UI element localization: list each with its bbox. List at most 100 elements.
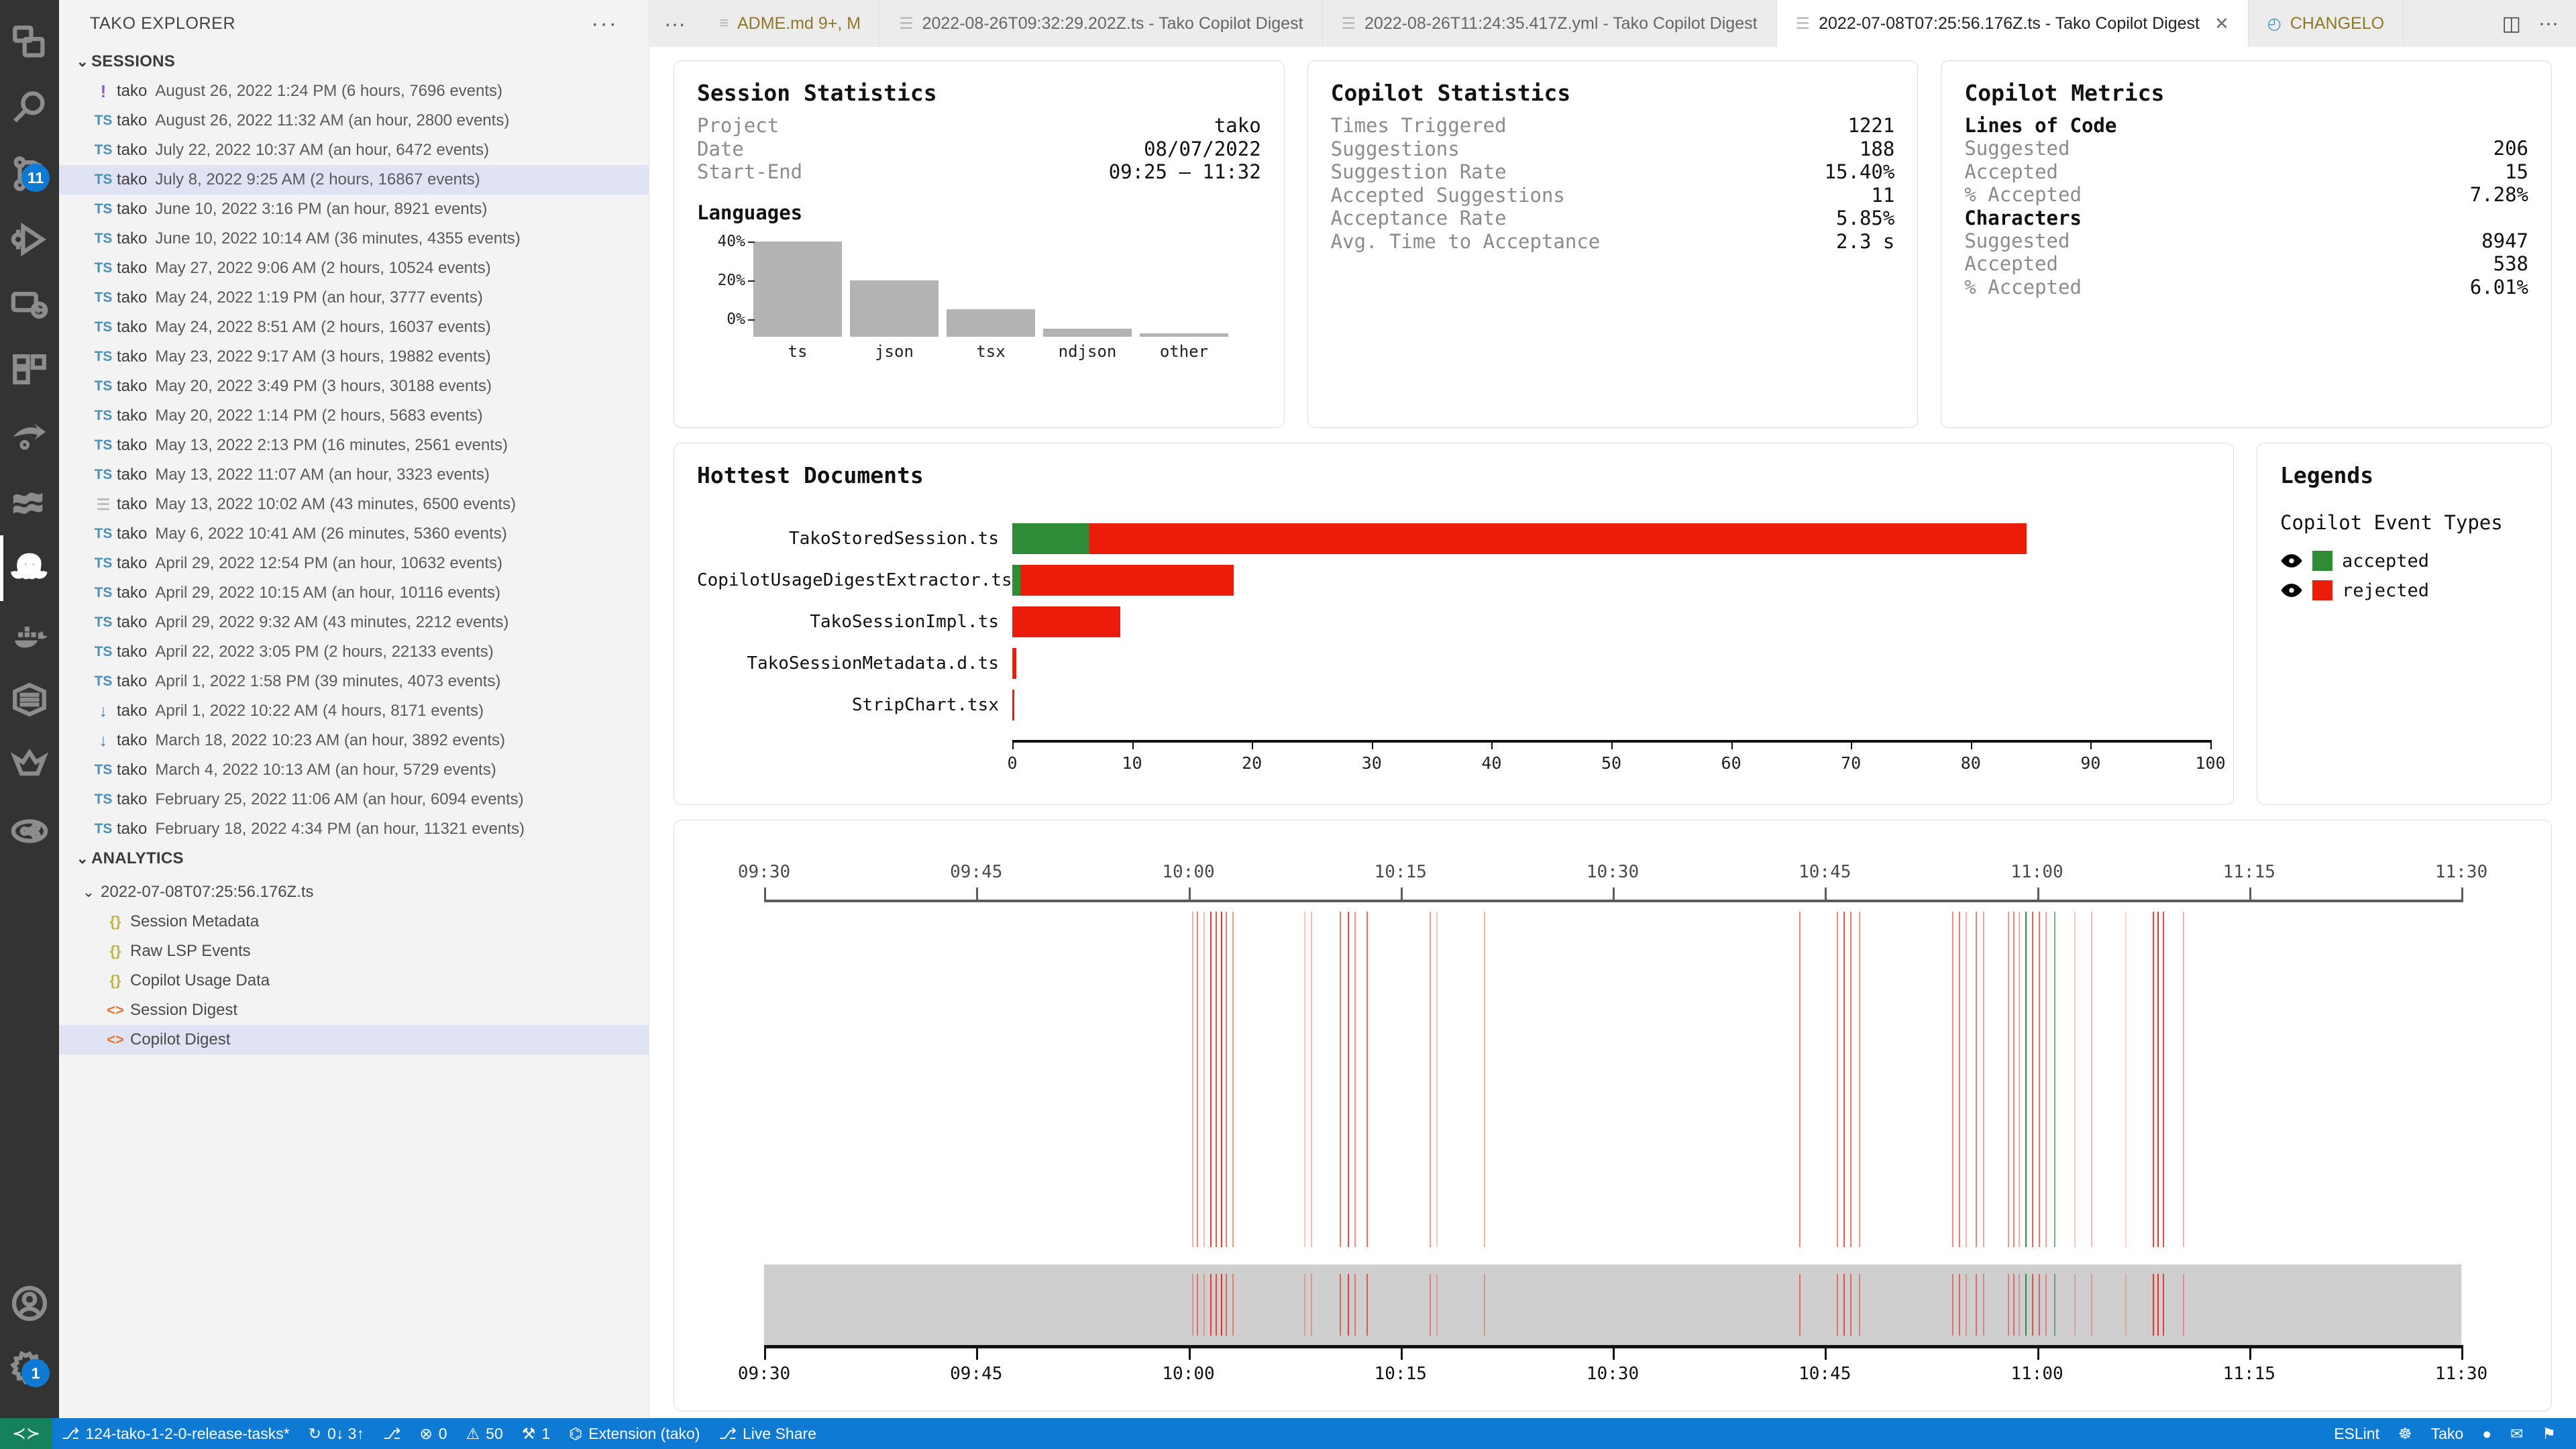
session-list-item[interactable]: TStakoJuly 22, 2022 10:37 AM (an hour, 6… [59, 136, 649, 165]
session-list-item[interactable]: TStakoJune 10, 2022 10:14 AM (36 minutes… [59, 224, 649, 254]
split-editor-icon[interactable]: ◫ [2502, 12, 2521, 36]
hottest-document-bar[interactable] [1012, 565, 1527, 596]
session-list-item[interactable]: TStakoApril 1, 2022 1:58 PM (39 minutes,… [59, 667, 649, 696]
status-sync[interactable]: ↻0↓ 3↑ [299, 1418, 374, 1449]
stat-value: 206 [2493, 137, 2528, 160]
editor-tab[interactable]: ◴CHANGELO [2249, 0, 2404, 47]
test-explorer-icon[interactable] [0, 404, 59, 470]
remote-explorer-icon[interactable] [0, 272, 59, 338]
sidebar-more-icon[interactable]: ··· [591, 20, 618, 27]
session-list-item[interactable]: TStakoFebruary 18, 2022 4:34 PM (an hour… [59, 814, 649, 844]
status-notifications-bell[interactable]: ⚑ [2532, 1418, 2565, 1449]
session-meta: May 24, 2022 8:51 AM (2 hours, 16037 eve… [155, 318, 490, 337]
sessions-list[interactable]: !takoAugust 26, 2022 1:24 PM (6 hours, 7… [59, 76, 649, 844]
search-icon[interactable] [0, 75, 59, 141]
tab-label: 2022-07-08T07:25:56.176Z.ts - Tako Copil… [1819, 14, 2200, 34]
minimap-tick-label: 09:45 [950, 1364, 1002, 1384]
session-list-item[interactable]: ↓takoApril 1, 2022 10:22 AM (4 hours, 81… [59, 696, 649, 726]
hottest-document-bar[interactable] [1012, 690, 1060, 720]
status-problems[interactable]: ⊗0 [410, 1418, 456, 1449]
session-list-item[interactable]: TStakoApril 22, 2022 3:05 PM (2 hours, 2… [59, 637, 649, 667]
timeline-strip-chart[interactable] [764, 912, 2461, 1247]
analytics-root-item[interactable]: ⌄ 2022-07-08T07:25:56.176Z.ts [59, 877, 649, 907]
hottest-document-bar[interactable] [1012, 606, 1372, 637]
sessions-section-header[interactable]: ⌄ SESSIONS [59, 47, 649, 76]
source-control-icon[interactable]: 11 [0, 141, 59, 207]
session-list-item[interactable]: ☰takoMay 13, 2022 10:02 AM (43 minutes, … [59, 490, 649, 519]
status-warnings[interactable]: ⚠50 [457, 1418, 513, 1449]
session-list-item[interactable]: TStakoAugust 26, 2022 11:32 AM (an hour,… [59, 106, 649, 136]
eye-icon[interactable] [2280, 582, 2303, 598]
session-list-item[interactable]: TStakoMay 20, 2022 3:49 PM (3 hours, 301… [59, 372, 649, 401]
timeline-event-rejected [2039, 1274, 2040, 1336]
analytics-child-item[interactable]: {}Raw LSP Events [59, 936, 649, 966]
hottest-document-bar[interactable] [1012, 523, 2114, 554]
editor-tab[interactable]: ☰2022-07-08T07:25:56.176Z.ts - Tako Copi… [1777, 0, 2249, 47]
session-list-item[interactable]: TStakoJune 10, 2022 3:16 PM (an hour, 89… [59, 195, 649, 224]
session-list-item[interactable]: TStakoMay 13, 2022 2:13 PM (16 minutes, … [59, 431, 649, 460]
timeline-top-axis: 09:3009:4510:0010:1510:3010:4511:0011:15… [764, 851, 2461, 902]
analytics-child-item[interactable]: <>Session Digest [59, 996, 649, 1025]
session-list-item[interactable]: TStakoMay 27, 2022 9:06 AM (2 hours, 105… [59, 254, 649, 283]
timeline-event-rejected [1304, 1274, 1305, 1336]
legend-group-title: Copilot Event Types [2280, 511, 2528, 534]
session-list-item[interactable]: TStakoMay 20, 2022 1:14 PM (2 hours, 568… [59, 401, 649, 431]
status-extension-host[interactable]: ⌬Extension (tako) [559, 1418, 709, 1449]
editor-tab[interactable]: ☰2022-08-26T09:32:29.202Z.ts - Tako Copi… [880, 0, 1322, 47]
session-list-item[interactable]: TStakoMay 13, 2022 11:07 AM (an hour, 33… [59, 460, 649, 490]
session-list-item[interactable]: TStakoMay 23, 2022 9:17 AM (3 hours, 198… [59, 342, 649, 372]
session-list-item[interactable]: TStakoJuly 8, 2022 9:25 AM (2 hours, 168… [59, 165, 649, 195]
status-feedback[interactable]: ✉ [2501, 1418, 2532, 1449]
analytics-child-item[interactable]: {}Session Metadata [59, 907, 649, 936]
tako-octopus-icon[interactable] [0, 535, 59, 601]
extensions-icon[interactable] [0, 338, 59, 404]
docker-icon[interactable] [0, 601, 59, 667]
session-list-item[interactable]: ↓takoMarch 18, 2022 10:23 AM (an hour, 3… [59, 726, 649, 755]
status-tako-octopus[interactable]: ☸ [2389, 1418, 2422, 1449]
status-eslint[interactable]: ESLint [2324, 1418, 2389, 1449]
legend-item[interactable]: accepted [2280, 546, 2528, 576]
analytics-child-item[interactable]: {}Copilot Usage Data [59, 966, 649, 996]
x-axis-label: 0 [1007, 753, 1017, 773]
session-list-item[interactable]: TStakoFebruary 25, 2022 11:06 AM (an hou… [59, 785, 649, 814]
ts-icon: TS [90, 437, 117, 453]
tabs-overflow-icon[interactable]: ··· [649, 0, 700, 47]
status-tako-dot[interactable]: ● [2473, 1418, 2501, 1449]
legend-item[interactable]: rejected [2280, 576, 2528, 605]
session-list-item[interactable]: TStakoMay 24, 2022 8:51 AM (2 hours, 160… [59, 313, 649, 342]
session-list-item[interactable]: TStakoMay 6, 2022 10:41 AM (26 minutes, … [59, 519, 649, 549]
status-branch[interactable]: ⎇124-tako-1-2-0-release-tasks* [52, 1418, 299, 1449]
status-source-control-graph[interactable]: ⎇ [374, 1418, 411, 1449]
language-x-label: tsx [943, 342, 1039, 361]
session-list-item[interactable]: TStakoApril 29, 2022 10:15 AM (an hour, … [59, 578, 649, 608]
language-x-label: ts [749, 342, 846, 361]
session-list-item[interactable]: TStakoMay 24, 2022 1:19 PM (an hour, 377… [59, 283, 649, 313]
session-list-item[interactable]: TStakoApril 29, 2022 9:32 AM (43 minutes… [59, 608, 649, 637]
close-icon[interactable]: ✕ [2214, 13, 2229, 34]
editor-tab[interactable]: ☰2022-08-26T11:24:35.417Z.yml - Tako Cop… [1323, 0, 1777, 47]
hottest-document-bar[interactable] [1012, 648, 1084, 679]
session-list-item[interactable]: TStakoApril 29, 2022 12:54 PM (an hour, … [59, 549, 649, 578]
turbo-icon[interactable] [0, 470, 59, 535]
database-icon[interactable] [0, 667, 59, 733]
session-list-item[interactable]: TStakoMarch 4, 2022 10:13 AM (an hour, 5… [59, 755, 649, 785]
explorer-icon[interactable] [0, 9, 59, 75]
status-live-share[interactable]: ⎇Live Share [709, 1418, 825, 1449]
run-and-debug-icon[interactable] [0, 207, 59, 272]
session-list-item[interactable]: !takoAugust 26, 2022 1:24 PM (6 hours, 7… [59, 76, 649, 106]
remote-host-indicator[interactable]: ≺≻ [0, 1418, 52, 1449]
editor-actions-more-icon[interactable]: ··· [2538, 12, 2559, 35]
settings-gear-icon[interactable]: 1 [0, 1336, 59, 1402]
eye-icon[interactable] [2280, 553, 2303, 569]
minimap-tick [1401, 1345, 1403, 1360]
timeline-minimap[interactable] [764, 1265, 2461, 1345]
graph-icon[interactable] [0, 798, 59, 864]
github-actions-icon[interactable] [0, 733, 59, 798]
accounts-icon[interactable] [0, 1271, 59, 1336]
editor-tab[interactable]: ≡ADME.md 9+, M [700, 0, 880, 47]
copilot-statistics-title: Copilot Statistics [1331, 80, 1895, 106]
status-tako-status[interactable]: Tako [2422, 1418, 2473, 1449]
status-tools[interactable]: ⚒1 [513, 1418, 559, 1449]
analytics-child-item[interactable]: <>Copilot Digest [59, 1025, 649, 1055]
analytics-section-header[interactable]: ⌄ ANALYTICS [59, 844, 649, 873]
